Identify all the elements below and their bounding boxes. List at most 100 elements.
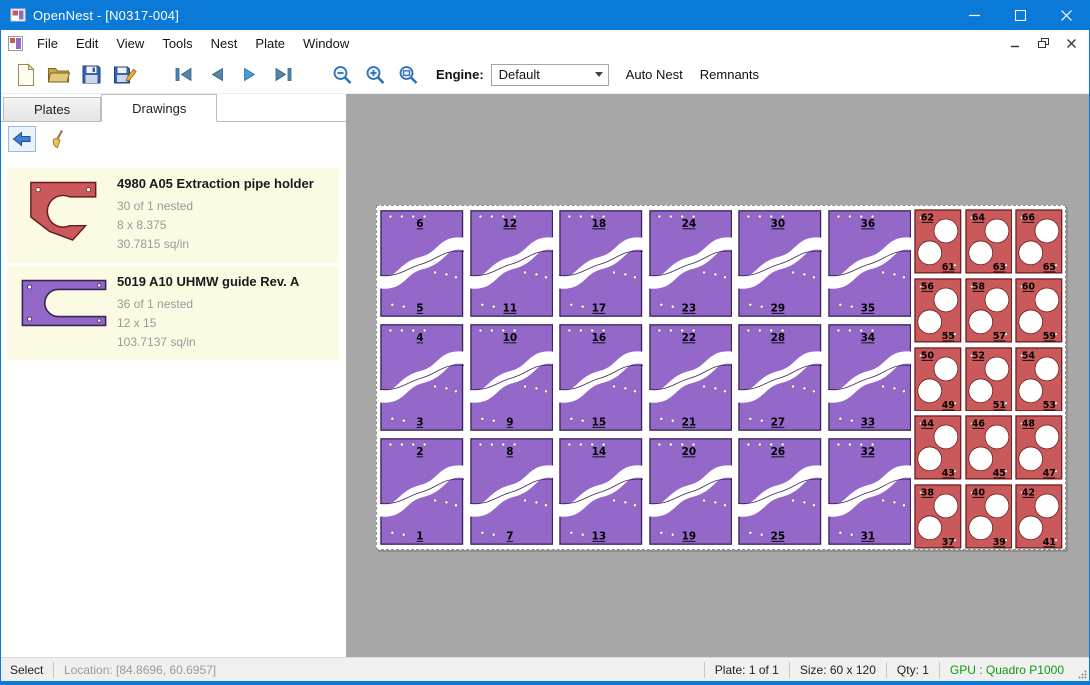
zoom-in-button[interactable] xyxy=(358,59,391,91)
engine-selected-value: Default xyxy=(499,67,540,82)
mdi-minimize-button[interactable] xyxy=(1003,33,1027,53)
part-number: 45 xyxy=(992,468,1005,479)
nested-part-pair[interactable]: 16 15 xyxy=(559,323,643,432)
plate[interactable]: 6 5 12 11 18 17 24 23 30 29 36 xyxy=(376,205,1066,550)
nav-next-button[interactable] xyxy=(233,59,266,91)
nested-part-pair[interactable]: 32 31 xyxy=(828,437,912,546)
nested-part-pair[interactable]: 6 5 xyxy=(380,209,464,318)
nested-part-pair[interactable]: 12 11 xyxy=(470,209,554,318)
open-button[interactable] xyxy=(42,59,75,91)
drawing-nested-count: 30 of 1 nested xyxy=(117,197,333,216)
nested-part-pair[interactable]: 42 41 xyxy=(1015,484,1063,549)
mdi-restore-button[interactable] xyxy=(1031,33,1055,53)
menu-file[interactable]: File xyxy=(28,32,67,55)
nested-part-pair[interactable]: 14 13 xyxy=(559,437,643,546)
nested-part-pair[interactable]: 62 61 xyxy=(914,209,962,274)
nested-part-pair[interactable]: 48 47 xyxy=(1015,415,1063,480)
part-number: 19 xyxy=(681,530,696,542)
maximize-button[interactable] xyxy=(997,0,1043,30)
nested-part-pair[interactable]: 22 21 xyxy=(649,323,733,432)
mdi-close-button[interactable] xyxy=(1059,33,1083,53)
main-toolbar: Engine: Default Auto Nest Remnants xyxy=(1,56,1089,94)
clear-parts-button[interactable] xyxy=(44,126,72,152)
part-pair-shape: 38 37 xyxy=(914,484,962,549)
part-number: 26 xyxy=(771,446,786,458)
part-pair-shape: 54 53 xyxy=(1015,347,1063,412)
nested-part-pair[interactable]: 26 25 xyxy=(738,437,822,546)
nest-canvas[interactable]: 6 5 12 11 18 17 24 23 30 29 36 xyxy=(346,94,1089,657)
nested-part-pair[interactable]: 58 57 xyxy=(965,278,1013,343)
status-bar: Select Location: [84.8696, 60.6957] Plat… xyxy=(1,657,1089,681)
part-number: 59 xyxy=(1043,331,1057,342)
drawing-item-uhmw-guide[interactable]: 5019 A10 UHMW guide Rev. A 36 of 1 neste… xyxy=(7,266,339,361)
auto-nest-button[interactable]: Auto Nest xyxy=(626,67,683,82)
part-pair-shape: 60 59 xyxy=(1015,278,1063,343)
part-number: 1 xyxy=(416,530,423,542)
return-part-button[interactable] xyxy=(8,126,36,152)
menu-edit[interactable]: Edit xyxy=(67,32,107,55)
part-pair-shape: 22 21 xyxy=(649,323,733,432)
nested-part-pair[interactable]: 46 45 xyxy=(965,415,1013,480)
minimize-button[interactable] xyxy=(951,0,997,30)
part-pair-shape: 32 31 xyxy=(828,437,912,546)
nested-part-pair[interactable]: 38 37 xyxy=(914,484,962,549)
save-button[interactable] xyxy=(75,59,108,91)
part-pair-shape: 44 43 xyxy=(914,415,962,480)
tab-drawings[interactable]: Drawings xyxy=(101,94,217,122)
nested-part-pair[interactable]: 60 59 xyxy=(1015,278,1063,343)
nested-part-pair[interactable]: 50 49 xyxy=(914,347,962,412)
menu-nest[interactable]: Nest xyxy=(202,32,247,55)
zoom-out-button[interactable] xyxy=(325,59,358,91)
nested-part-pair[interactable]: 52 51 xyxy=(965,347,1013,412)
nested-part-pair[interactable]: 40 39 xyxy=(965,484,1013,549)
nested-part-pair[interactable]: 36 35 xyxy=(828,209,912,318)
part-pair-shape: 28 27 xyxy=(738,323,822,432)
broom-icon xyxy=(49,129,67,149)
resize-grip[interactable] xyxy=(1074,658,1089,681)
nav-first-button[interactable] xyxy=(167,59,200,91)
chevron-down-icon[interactable] xyxy=(591,65,608,85)
menu-tools[interactable]: Tools xyxy=(153,32,201,55)
back-arrow-icon xyxy=(12,131,32,147)
remnants-button[interactable]: Remnants xyxy=(700,67,759,82)
nested-part-pair[interactable]: 54 53 xyxy=(1015,347,1063,412)
menu-plate[interactable]: Plate xyxy=(246,32,294,55)
engine-label: Engine: xyxy=(436,67,484,82)
nested-part-pair[interactable]: 28 27 xyxy=(738,323,822,432)
engine-select[interactable]: Default xyxy=(491,64,609,86)
nested-part-pair[interactable]: 24 23 xyxy=(649,209,733,318)
drawing-title: 5019 A10 UHMW guide Rev. A xyxy=(117,274,333,289)
nested-part-pair[interactable]: 18 17 xyxy=(559,209,643,318)
status-size: Size: 60 x 120 xyxy=(790,658,886,681)
zoom-fit-button[interactable] xyxy=(391,59,424,91)
new-button[interactable] xyxy=(9,59,42,91)
nested-part-pair[interactable]: 30 29 xyxy=(738,209,822,318)
part-pair-shape: 18 17 xyxy=(559,209,643,318)
open-folder-icon xyxy=(47,65,71,85)
nested-part-pair[interactable]: 44 43 xyxy=(914,415,962,480)
close-button[interactable] xyxy=(1043,0,1089,30)
nested-part-pair[interactable]: 8 7 xyxy=(470,437,554,546)
menu-view[interactable]: View xyxy=(107,32,153,55)
nested-part-pair[interactable]: 4 3 xyxy=(380,323,464,432)
nested-part-pair[interactable]: 20 19 xyxy=(649,437,733,546)
part-number: 43 xyxy=(942,468,955,479)
nav-prev-button[interactable] xyxy=(200,59,233,91)
nested-part-pair[interactable]: 66 65 xyxy=(1015,209,1063,274)
nested-part-pair[interactable]: 2 1 xyxy=(380,437,464,546)
nested-part-pair[interactable]: 56 55 xyxy=(914,278,962,343)
nested-part-pair[interactable]: 10 9 xyxy=(470,323,554,432)
nav-last-button[interactable] xyxy=(266,59,299,91)
part-number: 46 xyxy=(971,419,985,430)
menu-window[interactable]: Window xyxy=(294,32,358,55)
nested-part-pair[interactable]: 34 33 xyxy=(828,323,912,432)
save-as-button[interactable] xyxy=(108,59,141,91)
part-number: 48 xyxy=(1022,419,1036,430)
part-thumbnail xyxy=(13,274,115,353)
drawing-item-extraction-pipe-holder[interactable]: 4980 A05 Extraction pipe holder 30 of 1 … xyxy=(7,168,339,263)
part-number: 12 xyxy=(502,218,517,230)
part-number: 49 xyxy=(942,400,956,411)
status-qty: Qty: 1 xyxy=(887,658,939,681)
tab-plates[interactable]: Plates xyxy=(3,97,101,121)
nested-part-pair[interactable]: 64 63 xyxy=(965,209,1013,274)
